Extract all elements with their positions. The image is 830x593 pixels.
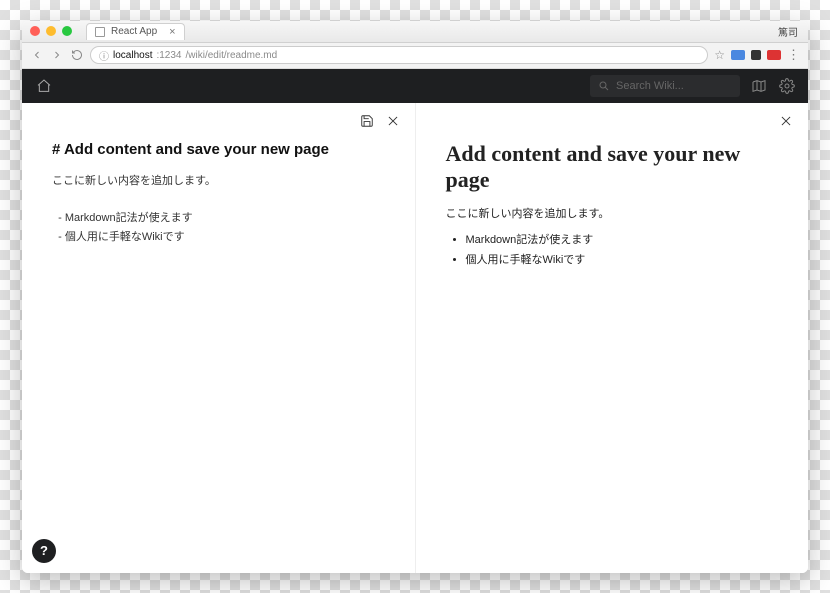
tab-title: React App [111, 26, 157, 37]
url-port: :1234 [156, 50, 181, 61]
list-item: Markdown記法が使えます [466, 231, 781, 251]
star-icon[interactable]: ☆ [714, 48, 725, 62]
preview-paragraph: ここに新しい内容を追加します。 [446, 205, 781, 221]
reload-button[interactable] [70, 48, 84, 62]
maximize-window-button[interactable] [62, 26, 72, 36]
minimize-window-button[interactable] [46, 26, 56, 36]
content-area: # Add content and save your new page ここに… [22, 103, 808, 573]
profile-label[interactable]: 篤司 [778, 24, 798, 39]
info-icon: ⓘ [99, 48, 109, 63]
preview-heading: Add content and save your new page [446, 141, 781, 194]
editor-pane: # Add content and save your new page ここに… [22, 103, 416, 573]
save-button[interactable] [359, 113, 375, 129]
preview-toolbar [778, 113, 794, 129]
editor-title-line[interactable]: # Add content and save your new page [52, 141, 387, 158]
url-host: localhost [113, 50, 152, 61]
extension-icon-3[interactable] [767, 50, 781, 60]
document-icon [95, 27, 105, 37]
window-controls [30, 26, 72, 36]
editor-body[interactable]: ここに新しい内容を追加します。 - Markdown記法が使えます - 個人用に… [52, 172, 387, 247]
preview-pane: Add content and save your new page ここに新し… [416, 103, 809, 573]
home-button[interactable] [34, 76, 54, 96]
menu-icon[interactable]: ⋮ [787, 47, 800, 63]
url-toolbar: ⓘ localhost :1234/wiki/edit/readme.md ☆ ⋮ [22, 43, 808, 69]
close-tab-icon[interactable]: × [169, 26, 175, 38]
map-icon[interactable] [750, 77, 768, 95]
back-button[interactable] [30, 48, 44, 62]
search-input[interactable]: Search Wiki... [590, 75, 740, 97]
preview-list: Markdown記法が使えます 個人用に手軽なWikiです [446, 231, 781, 271]
extension-icon-2[interactable] [751, 50, 761, 60]
url-path: /wiki/edit/readme.md [186, 50, 278, 61]
browser-tab[interactable]: React App × [86, 23, 185, 40]
close-preview-button[interactable] [778, 113, 794, 129]
editor-toolbar [359, 113, 401, 129]
list-item: 個人用に手軽なWikiです [466, 251, 781, 271]
close-editor-button[interactable] [385, 113, 401, 129]
app-header: Search Wiki... [22, 69, 808, 103]
help-icon: ? [40, 543, 48, 558]
forward-button[interactable] [50, 48, 64, 62]
help-button[interactable]: ? [32, 539, 56, 563]
extension-icon-1[interactable] [731, 50, 745, 60]
titlebar: React App × 篤司 [22, 21, 808, 43]
search-placeholder: Search Wiki... [616, 80, 684, 92]
gear-icon[interactable] [778, 77, 796, 95]
toolbar-right: ☆ ⋮ [714, 47, 800, 63]
browser-window: React App × 篤司 ⓘ localhost :1234/wiki/edi… [22, 21, 808, 573]
close-window-button[interactable] [30, 26, 40, 36]
address-bar[interactable]: ⓘ localhost :1234/wiki/edit/readme.md [90, 46, 708, 64]
